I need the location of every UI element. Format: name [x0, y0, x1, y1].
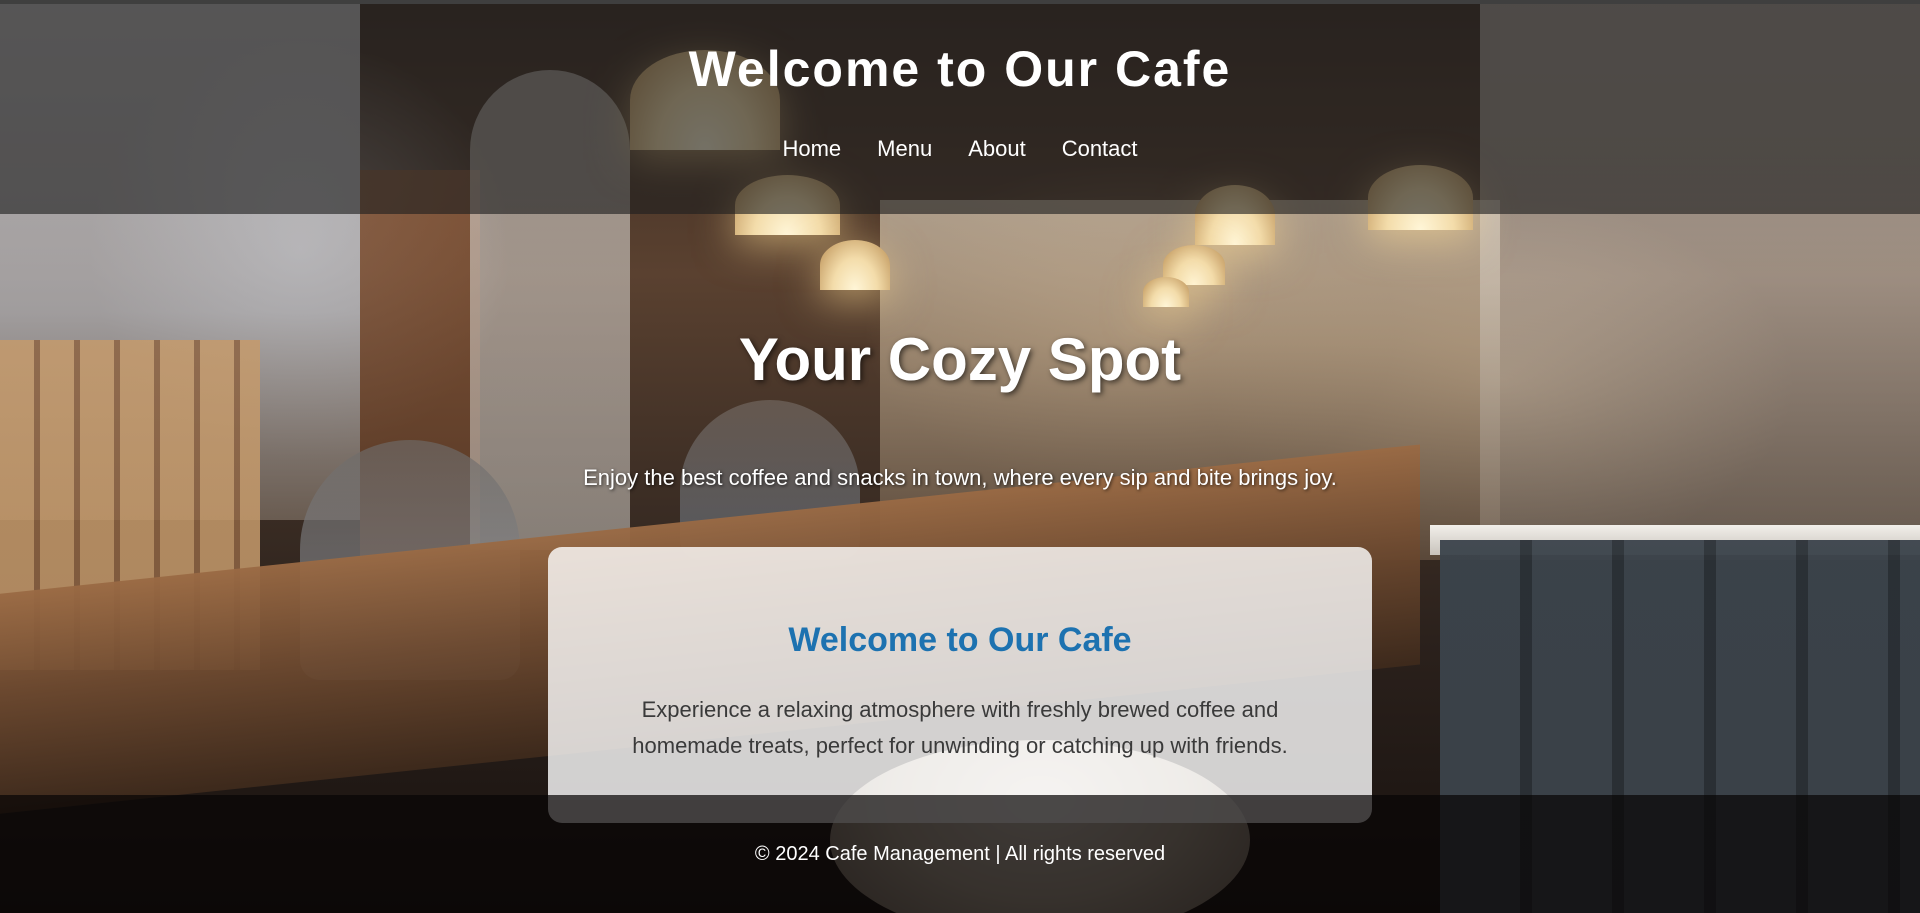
- main-nav: Home Menu About Contact: [0, 136, 1920, 162]
- footer-copyright: © 2024 Cafe Management | All rights rese…: [754, 843, 1166, 865]
- nav-link-home[interactable]: Home: [782, 136, 841, 162]
- hero-tagline: Enjoy the best coffee and snacks in town…: [583, 465, 1337, 490]
- hero-title: Your Cozy Spot: [738, 326, 1182, 393]
- site-header: Welcome to Our Cafe Home Menu About Cont…: [0, 4, 1920, 214]
- welcome-card-title: Welcome to Our Cafe: [788, 621, 1132, 659]
- welcome-card-text: Experience a relaxing atmosphere with fr…: [632, 697, 1288, 758]
- bg-pendant-lamp: [820, 240, 890, 290]
- nav-link-contact[interactable]: Contact: [1062, 136, 1138, 162]
- site-title: Welcome to Our Cafe: [688, 41, 1232, 97]
- nav-link-menu[interactable]: Menu: [877, 136, 932, 162]
- welcome-card: Welcome to Our Cafe Experience a relaxin…: [548, 547, 1372, 823]
- site-footer: © 2024 Cafe Management | All rights rese…: [0, 795, 1920, 913]
- nav-link-about[interactable]: About: [968, 136, 1026, 162]
- bg-pendant-lamp: [1143, 277, 1189, 307]
